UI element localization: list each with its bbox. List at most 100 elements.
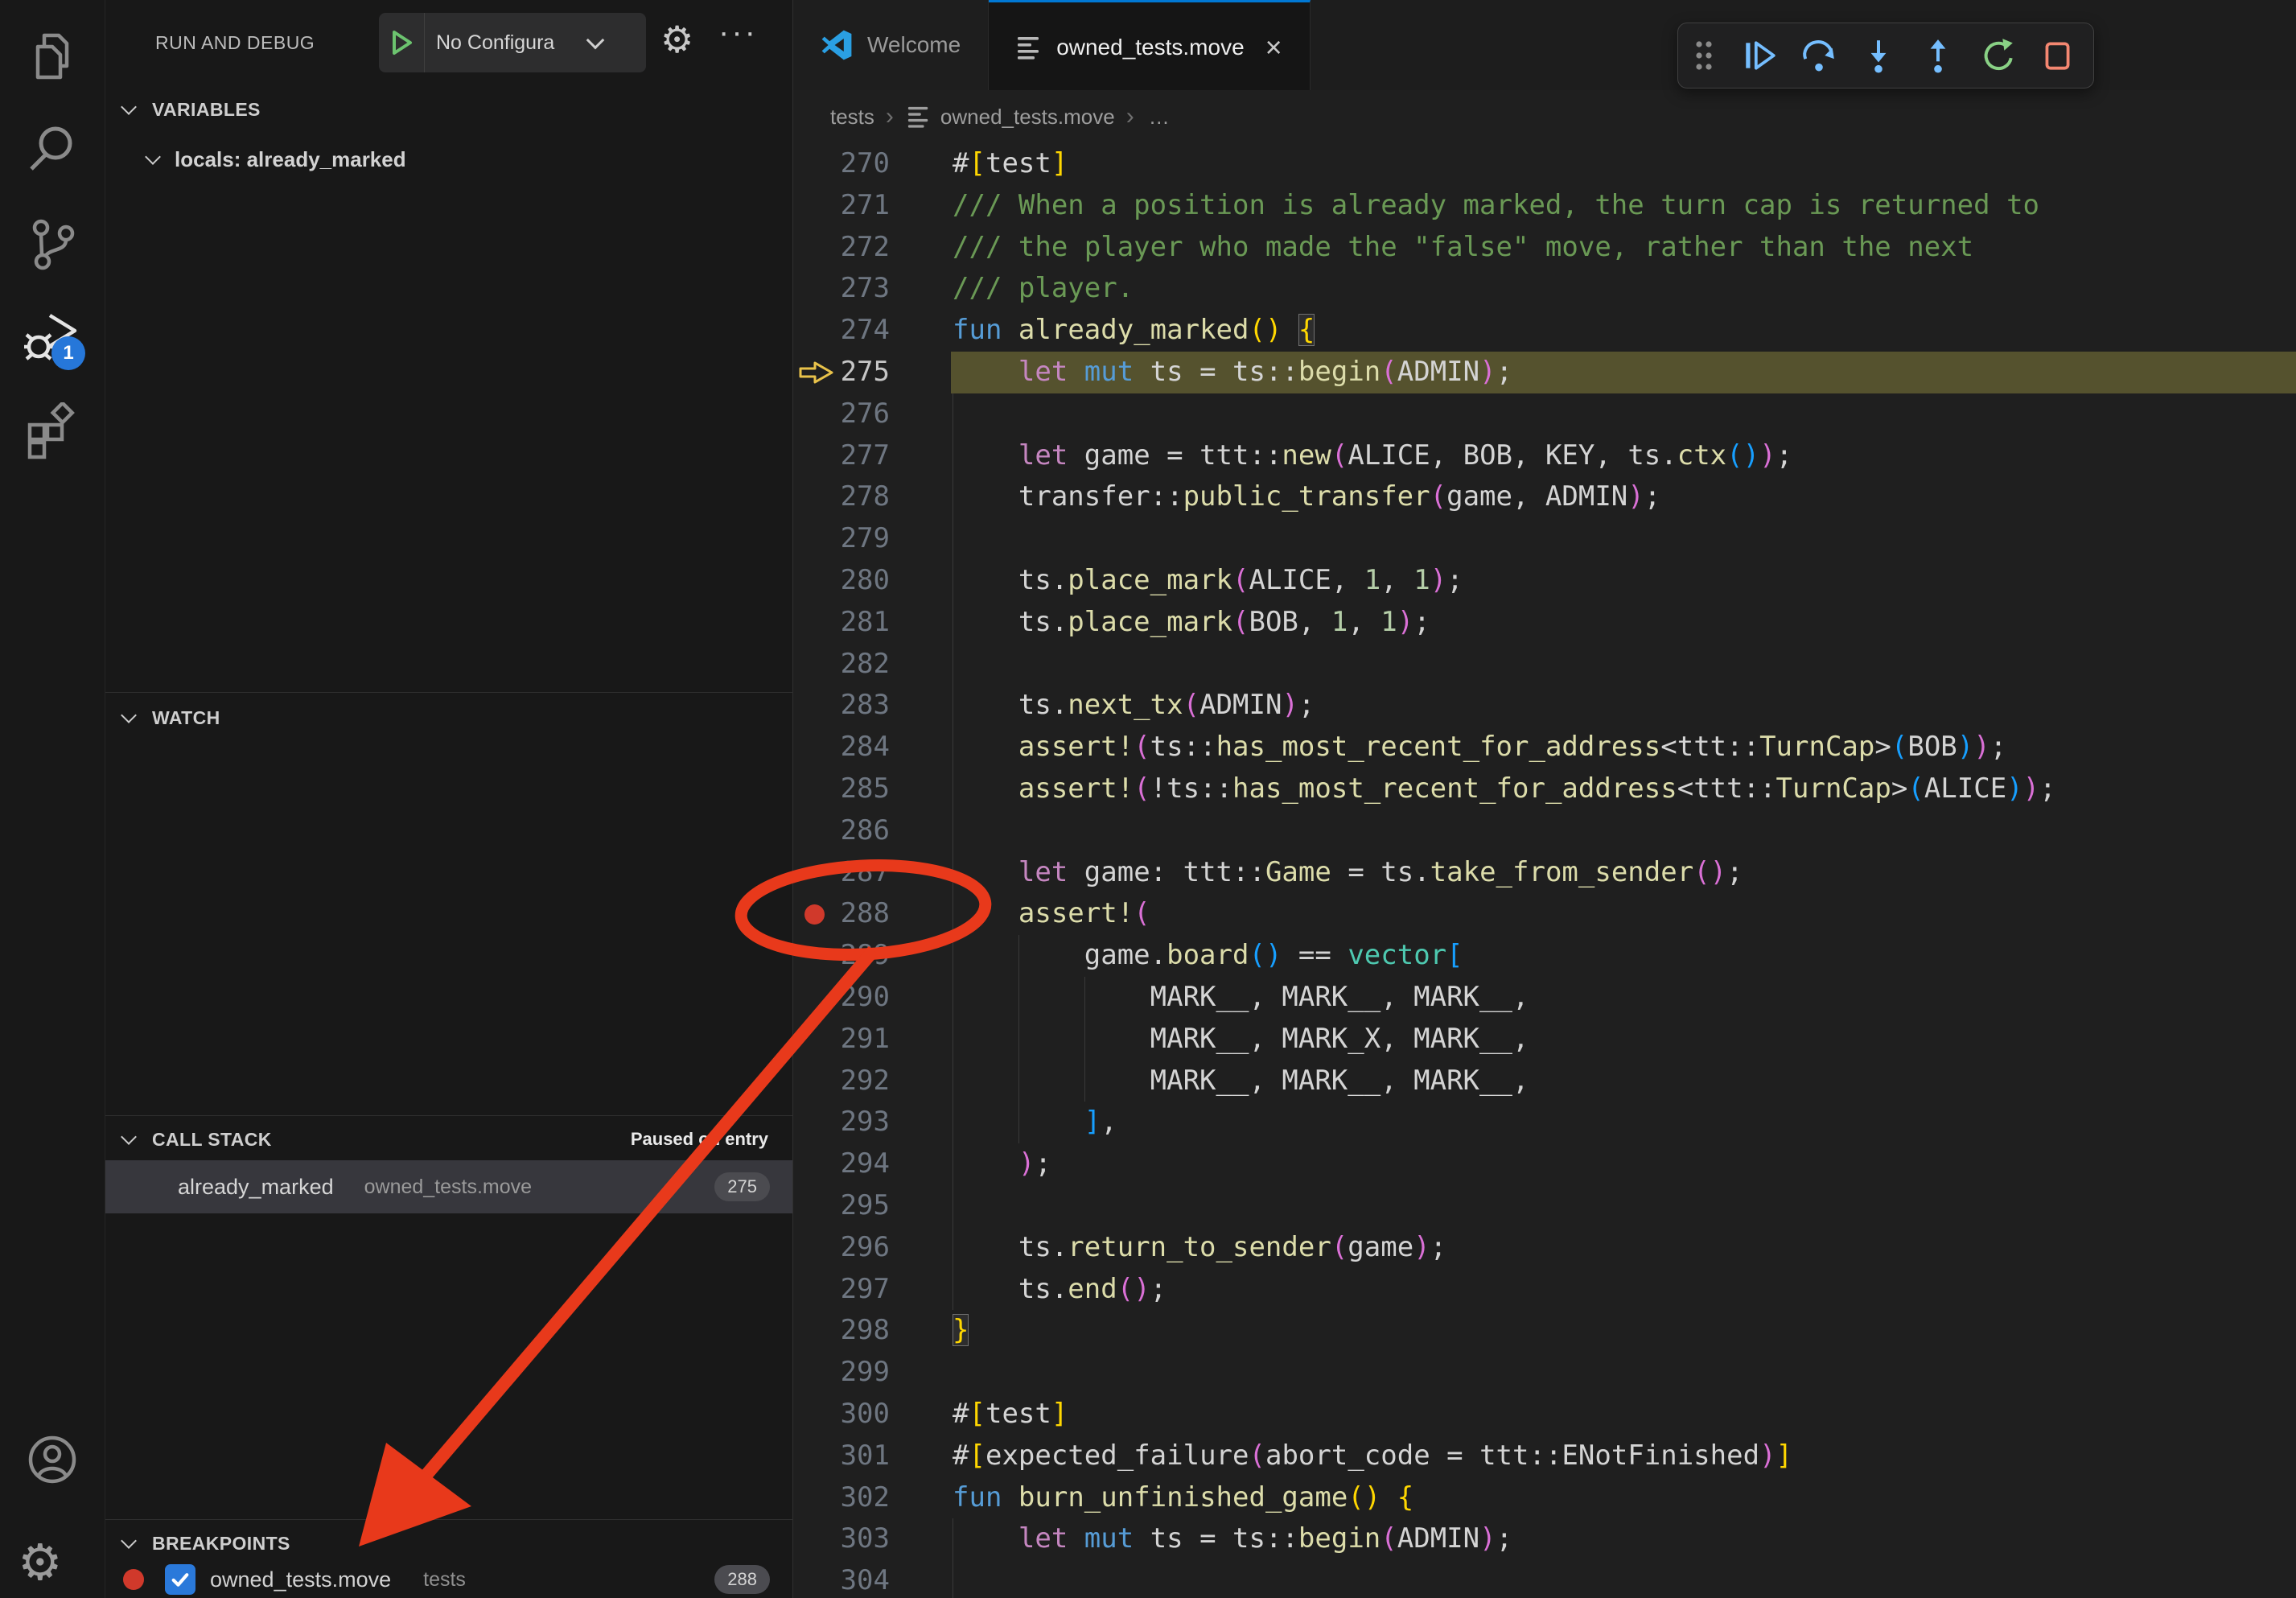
breadcrumb-item-more[interactable]: … (1149, 105, 1170, 130)
code-token: game: ttt:: (1068, 856, 1265, 888)
breadcrumb-item-file[interactable]: owned_tests.move (940, 105, 1115, 130)
toolbar-drag-grip[interactable] (1678, 23, 1730, 88)
code-line-text[interactable]: ts.next_tx(ADMIN); (953, 685, 1315, 727)
code-token: next_tx (1068, 689, 1183, 721)
code-token: ; (1644, 480, 1660, 513)
code-line-text[interactable]: assert!(ts::has_most_recent_for_address<… (953, 727, 2006, 768)
code-line-text[interactable]: ); (953, 1143, 1051, 1185)
code-line-text[interactable]: game.board() == vector[ (953, 935, 1463, 977)
code-token: ; (1446, 564, 1463, 596)
code-token: ts. (953, 606, 1068, 638)
code-line-text[interactable]: MARK__, MARK__, MARK__, (953, 977, 1529, 1019)
vscode-logo-icon (821, 29, 853, 61)
search-icon[interactable] (23, 121, 81, 179)
code-line-text[interactable]: /// player. (953, 268, 1134, 310)
code-token: ts. (953, 564, 1068, 596)
account-icon[interactable] (23, 1431, 81, 1489)
tab-owned-tests[interactable]: owned_tests.move × (989, 0, 1311, 93)
chevron-down-icon (145, 149, 161, 165)
extensions-icon[interactable] (23, 402, 81, 460)
code-line-text[interactable]: #[test] (953, 1394, 1068, 1435)
code-token: [ (969, 147, 985, 179)
breakpoint-dot-icon (123, 1569, 144, 1590)
code-token: game. (953, 939, 1167, 971)
code-token: /// player. (953, 272, 1134, 304)
settings-gear-icon[interactable]: ⚙ (18, 1535, 63, 1592)
line-number: 297 (793, 1269, 890, 1311)
line-number: 281 (793, 602, 890, 644)
code-line-text[interactable]: fun burn_unfinished_game() { (953, 1477, 1413, 1519)
section-separator (105, 692, 792, 693)
code-token: ( (1183, 689, 1199, 721)
line-number: 271 (793, 185, 890, 227)
code-line-text[interactable]: fun already_marked() { (953, 310, 1315, 352)
code-line: 279 (793, 518, 2296, 560)
code-line-text[interactable]: ts.place_mark(BOB, 1, 1); (953, 602, 1430, 644)
code-line-text[interactable]: assert!(!ts::has_most_recent_for_address… (953, 768, 2056, 810)
code-line-text[interactable]: MARK__, MARK__, MARK__, (953, 1061, 1529, 1102)
step-out-button[interactable] (1908, 23, 1968, 88)
code-token: == (1282, 939, 1348, 971)
code-token: ; (1496, 356, 1512, 388)
code-token: let (1018, 439, 1068, 472)
close-icon[interactable]: × (1265, 35, 1282, 60)
code-token: > (1874, 731, 1891, 763)
step-over-button[interactable] (1789, 23, 1849, 88)
code-line: 280 ts.place_mark(ALICE, 1, 1); (793, 560, 2296, 602)
code-token: ; (1035, 1147, 1051, 1180)
code-token: transfer:: (953, 480, 1183, 513)
code-line-text[interactable]: ts.end(); (953, 1269, 1167, 1311)
breakpoint-list-item[interactable]: owned_tests.move tests 288 (105, 1556, 792, 1598)
code-line-text[interactable]: let game: ttt::Game = ts.take_from_sende… (953, 852, 1743, 894)
variables-scope-locals[interactable]: locals: already_marked (105, 138, 792, 180)
code-line-text[interactable]: /// When a position is already marked, t… (953, 185, 2039, 227)
code-line: 295 (793, 1185, 2296, 1227)
code-editor[interactable]: 270#[test]271/// When a position is alre… (793, 143, 2296, 1598)
explorer-icon[interactable] (23, 29, 81, 87)
code-line-text[interactable]: let mut ts = ts::begin(ADMIN); (953, 1518, 1512, 1560)
code-line-text[interactable]: ts.place_mark(ALICE, 1, 1); (953, 560, 1463, 602)
code-line-text[interactable]: ], (953, 1102, 1117, 1143)
code-token: ) (1759, 1439, 1775, 1472)
code-line-text[interactable]: } (953, 1310, 969, 1352)
code-line-text[interactable]: /// the player who made the "false" move… (953, 227, 1973, 269)
section-watch[interactable]: WATCH (105, 698, 792, 737)
code-token (1002, 314, 1018, 346)
code-line-text[interactable]: let game = ttt::new(ALICE, BOB, KEY, ts.… (953, 435, 1792, 477)
code-line-text[interactable]: assert!( (953, 893, 1150, 935)
stop-button[interactable] (2027, 23, 2087, 88)
code-token: () (1348, 1481, 1380, 1514)
step-into-button[interactable] (1849, 23, 1908, 88)
code-token: , (1348, 606, 1380, 638)
line-number: 300 (793, 1394, 890, 1435)
code-line-text[interactable]: #[test] (953, 143, 1068, 185)
section-callstack[interactable]: CALL STACK Paused on entry (105, 1120, 792, 1159)
line-number: 299 (793, 1352, 890, 1394)
code-line: 298} (793, 1310, 2296, 1352)
code-line-text[interactable]: let mut ts = ts::begin(ADMIN); (953, 352, 1512, 393)
line-number: 289 (793, 935, 890, 977)
code-line-text[interactable]: MARK__, MARK_X, MARK__, (953, 1019, 1529, 1061)
callstack-frame-row[interactable]: already_marked owned_tests.move 275 (105, 1160, 792, 1213)
section-variables[interactable]: VARIABLES (105, 90, 792, 129)
breadcrumb-item-tests[interactable]: tests (830, 105, 874, 130)
breakpoint-checkbox[interactable] (165, 1564, 195, 1595)
code-line-text[interactable]: transfer::public_transfer(game, ADMIN); (953, 476, 1660, 518)
code-token: [ (1446, 939, 1463, 971)
tab-welcome-label: Welcome (867, 32, 961, 58)
code-line-text[interactable]: #[expected_failure(abort_code = ttt::ENo… (953, 1435, 1792, 1477)
continue-button[interactable] (1730, 23, 1789, 88)
restart-button[interactable] (1968, 23, 2027, 88)
code-line-text[interactable]: ts.return_to_sender(game); (953, 1227, 1446, 1269)
code-token: ts. (953, 1231, 1068, 1263)
code-token (953, 731, 1018, 763)
more-actions-icon[interactable]: ··· (718, 14, 758, 51)
start-debug-button[interactable] (379, 13, 425, 72)
source-control-icon[interactable] (23, 216, 81, 274)
debug-settings-gear-icon[interactable]: ⚙ (660, 18, 693, 61)
code-token: ; (2039, 772, 2055, 805)
code-token: ts:: (1150, 731, 1216, 763)
debug-config-dropdown[interactable]: No Configura (379, 13, 646, 72)
code-token: ] (1051, 147, 1068, 179)
tab-welcome[interactable]: Welcome (793, 0, 989, 90)
